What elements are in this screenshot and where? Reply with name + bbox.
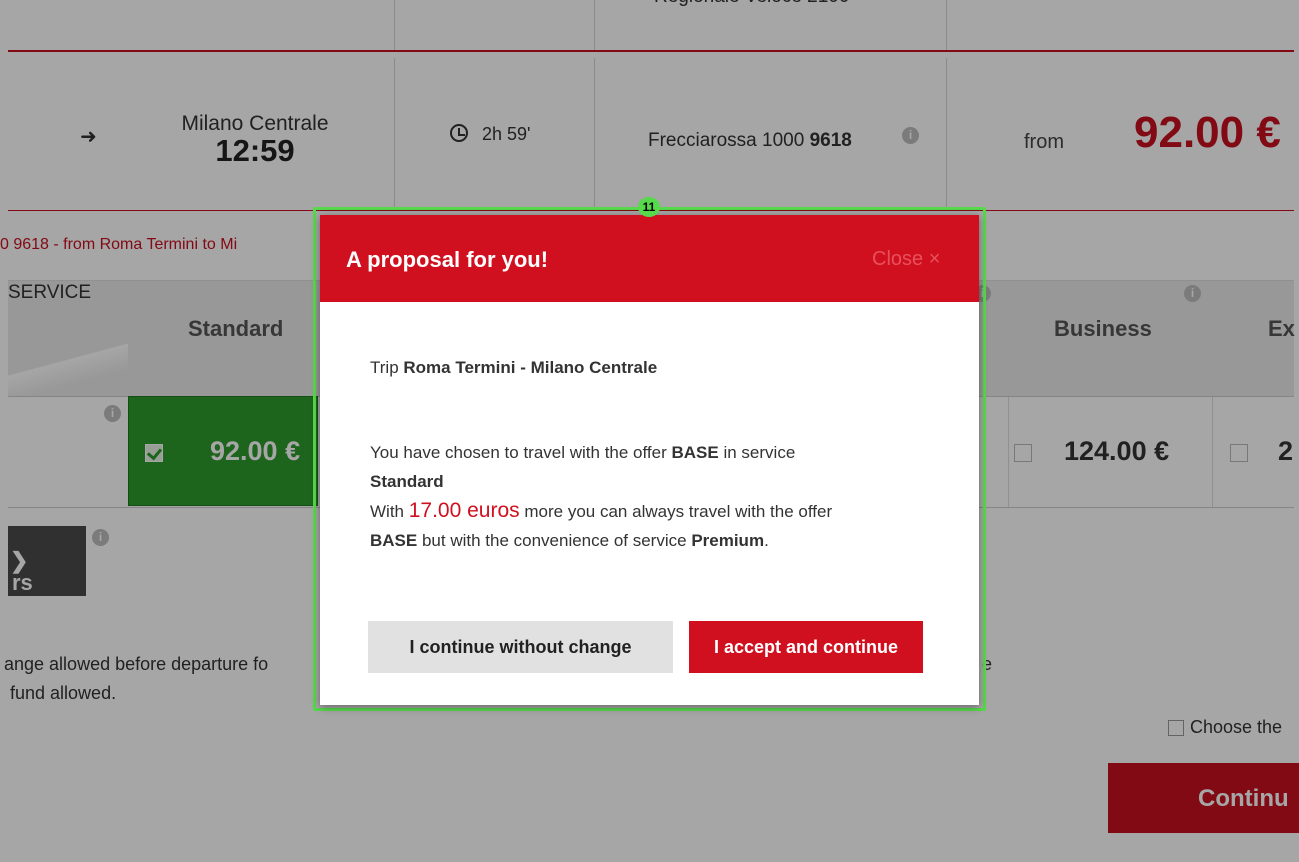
current-service: Standard: [370, 472, 444, 491]
modal-header: A proposal for you! Close ×: [320, 215, 979, 302]
trip-prefix: Trip: [370, 358, 399, 377]
body-text-1: You have chosen to travel with the offer: [370, 443, 667, 462]
trip-route: Roma Termini - Milano Centrale: [403, 358, 658, 377]
extra-amount: 17.00 euros: [408, 499, 520, 522]
modal-body: You have chosen to travel with the offer…: [370, 443, 833, 550]
modal-trip: Trip Roma Termini - Milano Centrale: [370, 358, 657, 378]
modal-title: A proposal for you!: [346, 247, 549, 272]
modal-close-button[interactable]: Close ×: [872, 248, 940, 271]
proposal-modal: A proposal for you! Close × Trip Roma Te…: [320, 215, 979, 705]
body-text-4: more you can always travel with the offe…: [524, 502, 833, 521]
continue-without-change-button[interactable]: I continue without change: [368, 621, 673, 673]
page: Regionale Veloce 2100 ➜ Milano Centrale …: [0, 0, 1299, 862]
offer-name: BASE: [671, 443, 719, 462]
offer-name-2: BASE: [370, 531, 418, 550]
accept-and-continue-button[interactable]: I accept and continue: [689, 621, 923, 673]
body-text-5: but with the convenience of service: [421, 531, 687, 550]
body-text-3: With: [370, 502, 404, 521]
body-text-2: in service: [723, 443, 796, 462]
upgrade-service: Premium: [691, 531, 765, 550]
annotation-marker: 11: [638, 197, 660, 217]
